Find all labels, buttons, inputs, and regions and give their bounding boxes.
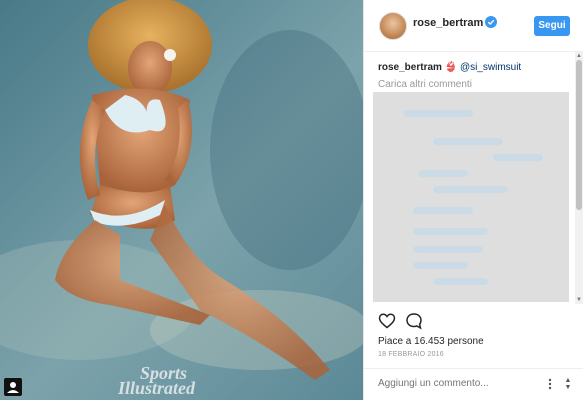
verified-badge-icon — [485, 16, 497, 28]
follow-button[interactable]: Segui — [534, 16, 570, 36]
avatar[interactable] — [379, 12, 407, 40]
photo-scene — [0, 0, 363, 400]
scrollbar-thumb[interactable] — [576, 60, 582, 210]
scroll-down-arrow-icon[interactable]: ▼ — [575, 296, 583, 304]
heart-icon[interactable] — [378, 312, 396, 330]
person-tag-icon[interactable] — [4, 378, 22, 396]
redacted-comment — [413, 207, 473, 214]
comments-list — [373, 92, 569, 302]
redacted-comment — [433, 186, 508, 193]
post-header: rose_bertram Segui — [364, 0, 583, 52]
post-date[interactable]: 18 FEBBRAIO 2016 — [378, 351, 444, 358]
redacted-comment — [413, 262, 468, 269]
caption-username[interactable]: rose_bertram — [378, 62, 442, 73]
post-photo[interactable]: Sports Illustrated — [0, 0, 363, 400]
caption-mention[interactable]: @si_swimsuit — [460, 62, 521, 73]
caption-emoji: 👙 — [444, 62, 458, 73]
watermark: Sports Illustrated — [118, 364, 196, 398]
redacted-comment — [493, 154, 543, 161]
redacted-comment — [403, 110, 473, 117]
redacted-comment — [433, 138, 503, 145]
add-comment-input[interactable] — [378, 378, 518, 389]
comment-icon[interactable] — [405, 312, 423, 330]
resize-stepper-icon[interactable]: ▲ ▼ — [562, 377, 574, 391]
header-username[interactable]: rose_bertram — [413, 17, 483, 29]
post-sidebar: rose_bertram Segui rose_bertram 👙 @si_sw… — [363, 0, 583, 400]
scroll-up-arrow-icon[interactable]: ▲ — [575, 52, 583, 60]
redacted-comment — [433, 278, 488, 285]
redacted-comment — [413, 228, 488, 235]
watermark-line-2: Illustrated — [118, 378, 196, 398]
more-options-icon[interactable] — [544, 377, 556, 391]
comment-bar: ▲▼ — [364, 368, 583, 400]
post-caption: rose_bertram 👙 @si_swimsuit — [378, 62, 521, 73]
load-more-comments-link[interactable]: Carica altri commenti — [378, 79, 472, 90]
likes-count[interactable]: Piace a 16.453 persone — [378, 336, 484, 347]
redacted-comment — [413, 246, 483, 253]
comments-scrollbar[interactable]: ▲ ▼ — [575, 52, 583, 304]
redacted-comment — [418, 170, 468, 177]
